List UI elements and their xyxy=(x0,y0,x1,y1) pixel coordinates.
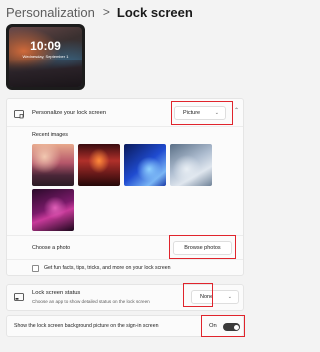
choose-photo-label: Choose a photo xyxy=(32,245,71,251)
divider xyxy=(7,259,243,260)
recent-image-2[interactable] xyxy=(78,144,120,186)
signin-background-toggle[interactable] xyxy=(223,323,240,331)
chevron-down-icon: ⌄ xyxy=(227,294,232,300)
personalize-select-value: Picture xyxy=(183,110,201,116)
lock-screen-status-icon xyxy=(14,293,24,301)
personalize-lock-screen-card: Personalize your lock screen Picture ⌄ ⌃… xyxy=(6,98,244,276)
divider xyxy=(7,235,243,236)
lock-screen-status-label: Lock screen status xyxy=(32,290,81,296)
preview-date: Wednesday, September 1 xyxy=(22,54,69,59)
browse-photos-button[interactable]: Browse photos xyxy=(173,241,232,255)
recent-image-3[interactable] xyxy=(124,144,166,186)
breadcrumb: Personalization > Lock screen xyxy=(6,3,193,21)
lock-screen-status-description: Choose an app to show detailed status on… xyxy=(32,299,150,304)
toggle-knob xyxy=(233,324,239,330)
fun-facts-checkbox[interactable] xyxy=(32,265,39,272)
breadcrumb-personalization-link[interactable]: Personalization xyxy=(6,5,95,20)
signin-background-card: Show the lock screen background picture … xyxy=(6,315,245,337)
fun-facts-label: Get fun facts, tips, tricks, and more on… xyxy=(44,265,171,271)
lock-screen-image-icon xyxy=(14,110,24,119)
recent-image-5[interactable] xyxy=(32,189,74,231)
divider xyxy=(7,126,243,127)
page-title: Lock screen xyxy=(116,4,193,20)
recent-image-1[interactable] xyxy=(32,144,74,186)
chevron-up-icon[interactable]: ⌃ xyxy=(234,107,239,114)
lock-screen-preview-image: 10:09 Wednesday, September 1 xyxy=(9,27,82,87)
lock-screen-status-card: Lock screen status Choose an app to show… xyxy=(6,283,244,311)
signin-toggle-state: On xyxy=(209,323,217,329)
personalize-select[interactable]: Picture ⌄ xyxy=(174,106,226,120)
preview-landscape xyxy=(9,60,82,87)
recent-image-4[interactable] xyxy=(170,144,212,186)
lock-screen-status-select[interactable]: None ⌄ xyxy=(191,290,239,304)
signin-background-label: Show the lock screen background picture … xyxy=(14,323,159,329)
lock-screen-status-select-value: None xyxy=(200,294,214,300)
preview-time: 10:09 xyxy=(30,39,61,53)
lock-screen-preview: 10:09 Wednesday, September 1 xyxy=(6,24,85,90)
recent-images-label: Recent images xyxy=(32,132,68,138)
breadcrumb-separator: > xyxy=(102,5,110,19)
personalize-label: Personalize your lock screen xyxy=(32,110,107,116)
chevron-down-icon: ⌄ xyxy=(214,110,219,116)
